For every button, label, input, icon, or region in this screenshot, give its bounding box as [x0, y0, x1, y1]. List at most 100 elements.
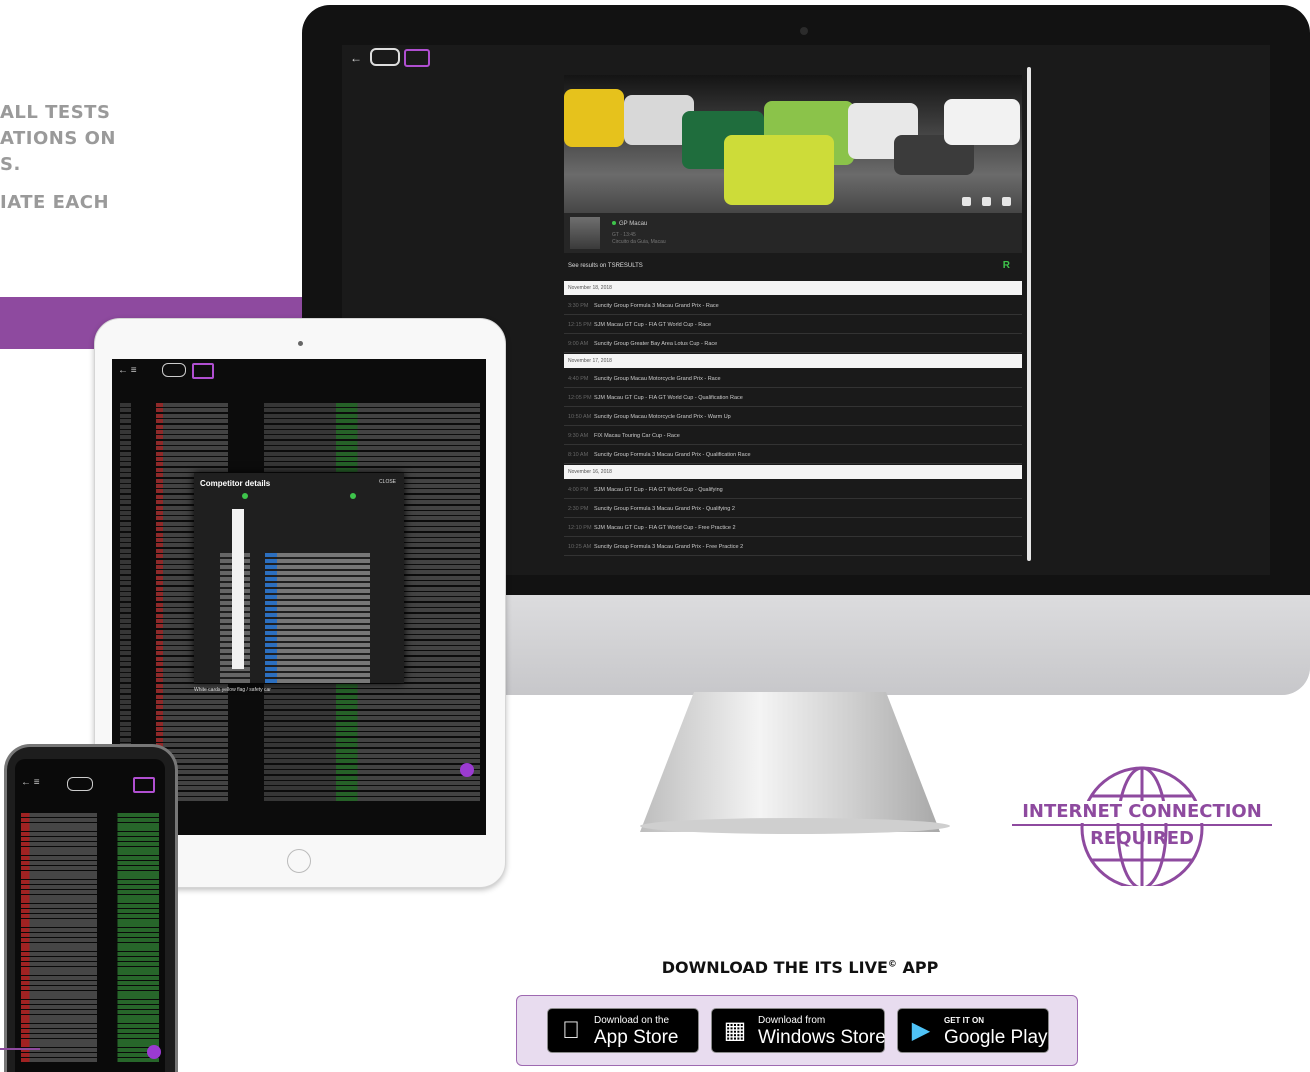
table-row — [21, 1038, 159, 1043]
table-row — [21, 985, 159, 990]
table-row — [21, 827, 159, 832]
table-row — [120, 440, 480, 445]
session-row[interactable]: 8:10 AM Suncity Group Formula 3 Macau Gra… — [564, 446, 1022, 464]
session-time: 3:30 PM — [568, 303, 589, 309]
table-row — [21, 1033, 159, 1038]
table-row — [21, 971, 159, 976]
session-time: 4:00 PM — [568, 487, 589, 493]
app-store-button[interactable]:  Download on the App Store — [547, 1008, 699, 1053]
table-row — [120, 430, 480, 434]
table-row — [21, 961, 159, 966]
table-row — [120, 467, 480, 472]
event-meta-text: GT · 13:45 — [612, 232, 636, 238]
download-title-text: DOWNLOAD THE ITS LIVE — [661, 958, 888, 977]
table-row — [120, 462, 480, 467]
session-title: SJM Macau GT Cup - FIA GT World Cup - Qu… — [594, 487, 723, 493]
event-name: GP Macau — [612, 221, 647, 227]
results-link-text: See results on TSRESULTS — [568, 263, 643, 269]
table-row — [21, 918, 159, 923]
session-time: 10:25 AM — [568, 544, 592, 550]
session-row[interactable]: 12:05 PM SJM Macau GT Cup - FIA GT World … — [564, 389, 1022, 407]
table-row — [21, 942, 159, 947]
event-track: Circuito da Guia, Macau — [612, 239, 666, 245]
table-row — [21, 995, 159, 1000]
event-card[interactable]: GP Macau GT · 13:45 Circuito da Guia, Ma… — [564, 213, 1022, 253]
app-store-small: Download on the — [594, 1015, 670, 1026]
fab-button[interactable] — [147, 1045, 161, 1059]
table-row — [21, 1043, 159, 1048]
scrollbar[interactable] — [1027, 67, 1031, 561]
table-row — [120, 451, 480, 456]
table-row — [21, 1009, 159, 1014]
session-row[interactable]: 9:00 AM Suncity Group Greater Bay Area Lo… — [564, 335, 1022, 353]
session-time: 9:00 AM — [568, 341, 589, 347]
session-row[interactable]: 12:10 PM SJM Macau GT Cup - FIA GT World … — [564, 519, 1022, 537]
home-button[interactable] — [287, 849, 311, 873]
car-image — [564, 89, 624, 147]
fab-button[interactable] — [460, 763, 474, 777]
session-time: 2:30 PM — [568, 506, 589, 512]
car-image — [944, 99, 1020, 145]
modal-close-button[interactable]: CLOSE — [379, 479, 396, 485]
session-row[interactable]: 4:00 PM SJM Macau GT Cup - FIA GT World C… — [564, 481, 1022, 499]
globe-icon[interactable] — [962, 197, 971, 206]
tablet-back-icon[interactable]: ← ≡ — [118, 365, 137, 376]
session-time: 12:05 PM — [568, 395, 592, 401]
its-live-logo-icon — [133, 777, 155, 793]
table-row — [21, 981, 159, 985]
gtc-logo-icon — [67, 777, 93, 791]
results-link[interactable]: See results on TSRESULTS R — [564, 255, 1022, 277]
table-row — [21, 880, 159, 885]
table-row — [21, 851, 159, 856]
facebook-icon[interactable] — [982, 197, 991, 206]
windows-store-icon: ▦ — [723, 1017, 747, 1044]
table-row — [21, 1048, 159, 1053]
phone-back-icon[interactable]: ← ≡ — [21, 777, 40, 788]
webcam — [800, 27, 808, 35]
table-row — [21, 875, 159, 880]
phone-screen: ← ≡ — [15, 759, 165, 1072]
phone-device: ← ≡ — [4, 744, 178, 1072]
table-row — [120, 737, 480, 742]
youtube-icon[interactable] — [1002, 197, 1011, 206]
google-play-icon: ▶ — [911, 1017, 931, 1044]
table-row — [21, 1053, 159, 1057]
globe-icon — [1080, 766, 1204, 886]
table-row — [120, 710, 480, 715]
session-title: SJM Macau GT Cup - FIA GT World Cup - Ra… — [594, 322, 712, 328]
competitor-details-modal: Competitor details CLOSE — [194, 473, 404, 683]
session-row[interactable]: 2:30 PM Suncity Group Formula 3 Macau Gra… — [564, 500, 1022, 518]
internet-required-badge: INTERNET CONNECTION REQUIRED — [1012, 766, 1272, 886]
table-row — [21, 846, 159, 851]
monitor-stand — [640, 692, 940, 832]
its-live-logo-icon — [404, 49, 430, 67]
session-row[interactable]: 4:40 PM Suncity Group Macau Motorcycle Gr… — [564, 370, 1022, 388]
table-row — [120, 705, 480, 710]
session-row[interactable]: 10:25 AM Suncity Group Formula 3 Macau Gr… — [564, 538, 1022, 556]
table-row — [21, 889, 159, 894]
table-row — [21, 1019, 159, 1024]
session-title: Suncity Group Formula 3 Macau Grand Prix… — [594, 544, 744, 550]
session-row[interactable]: 9:30 AM FIX Macau Touring Car Cup - Race — [564, 427, 1022, 445]
table-row — [21, 1057, 159, 1062]
google-play-button[interactable]: ▶ GET IT ON Google Play — [897, 1008, 1049, 1053]
lap-row — [220, 679, 370, 683]
session-row[interactable]: 3:30 PM Suncity Group Formula 3 Macau Gra… — [564, 297, 1022, 315]
modal-title: Competitor details — [200, 479, 271, 488]
status-dot-icon — [242, 493, 248, 499]
lap-row — [220, 673, 370, 677]
table-row — [21, 841, 159, 846]
session-row[interactable]: 10:50 AM Suncity Group Macau Motorcycle G… — [564, 408, 1022, 426]
back-arrow-icon[interactable]: ← — [350, 51, 362, 65]
badge-subtitle: REQUIRED — [1090, 828, 1194, 849]
table-row — [21, 904, 159, 909]
table-row — [21, 937, 159, 942]
table-row — [21, 813, 159, 817]
table-row — [21, 861, 159, 865]
windows-store-small: Download from — [758, 1015, 826, 1026]
marketing-line-1: ALL TESTS — [0, 102, 111, 123]
windows-store-button[interactable]: ▦ Download from Windows Store — [711, 1008, 886, 1053]
session-title: FIX Macau Touring Car Cup - Race — [594, 433, 680, 439]
session-row[interactable]: 12:15 PM SJM Macau GT Cup - FIA GT World … — [564, 316, 1022, 334]
table-row — [21, 966, 159, 971]
